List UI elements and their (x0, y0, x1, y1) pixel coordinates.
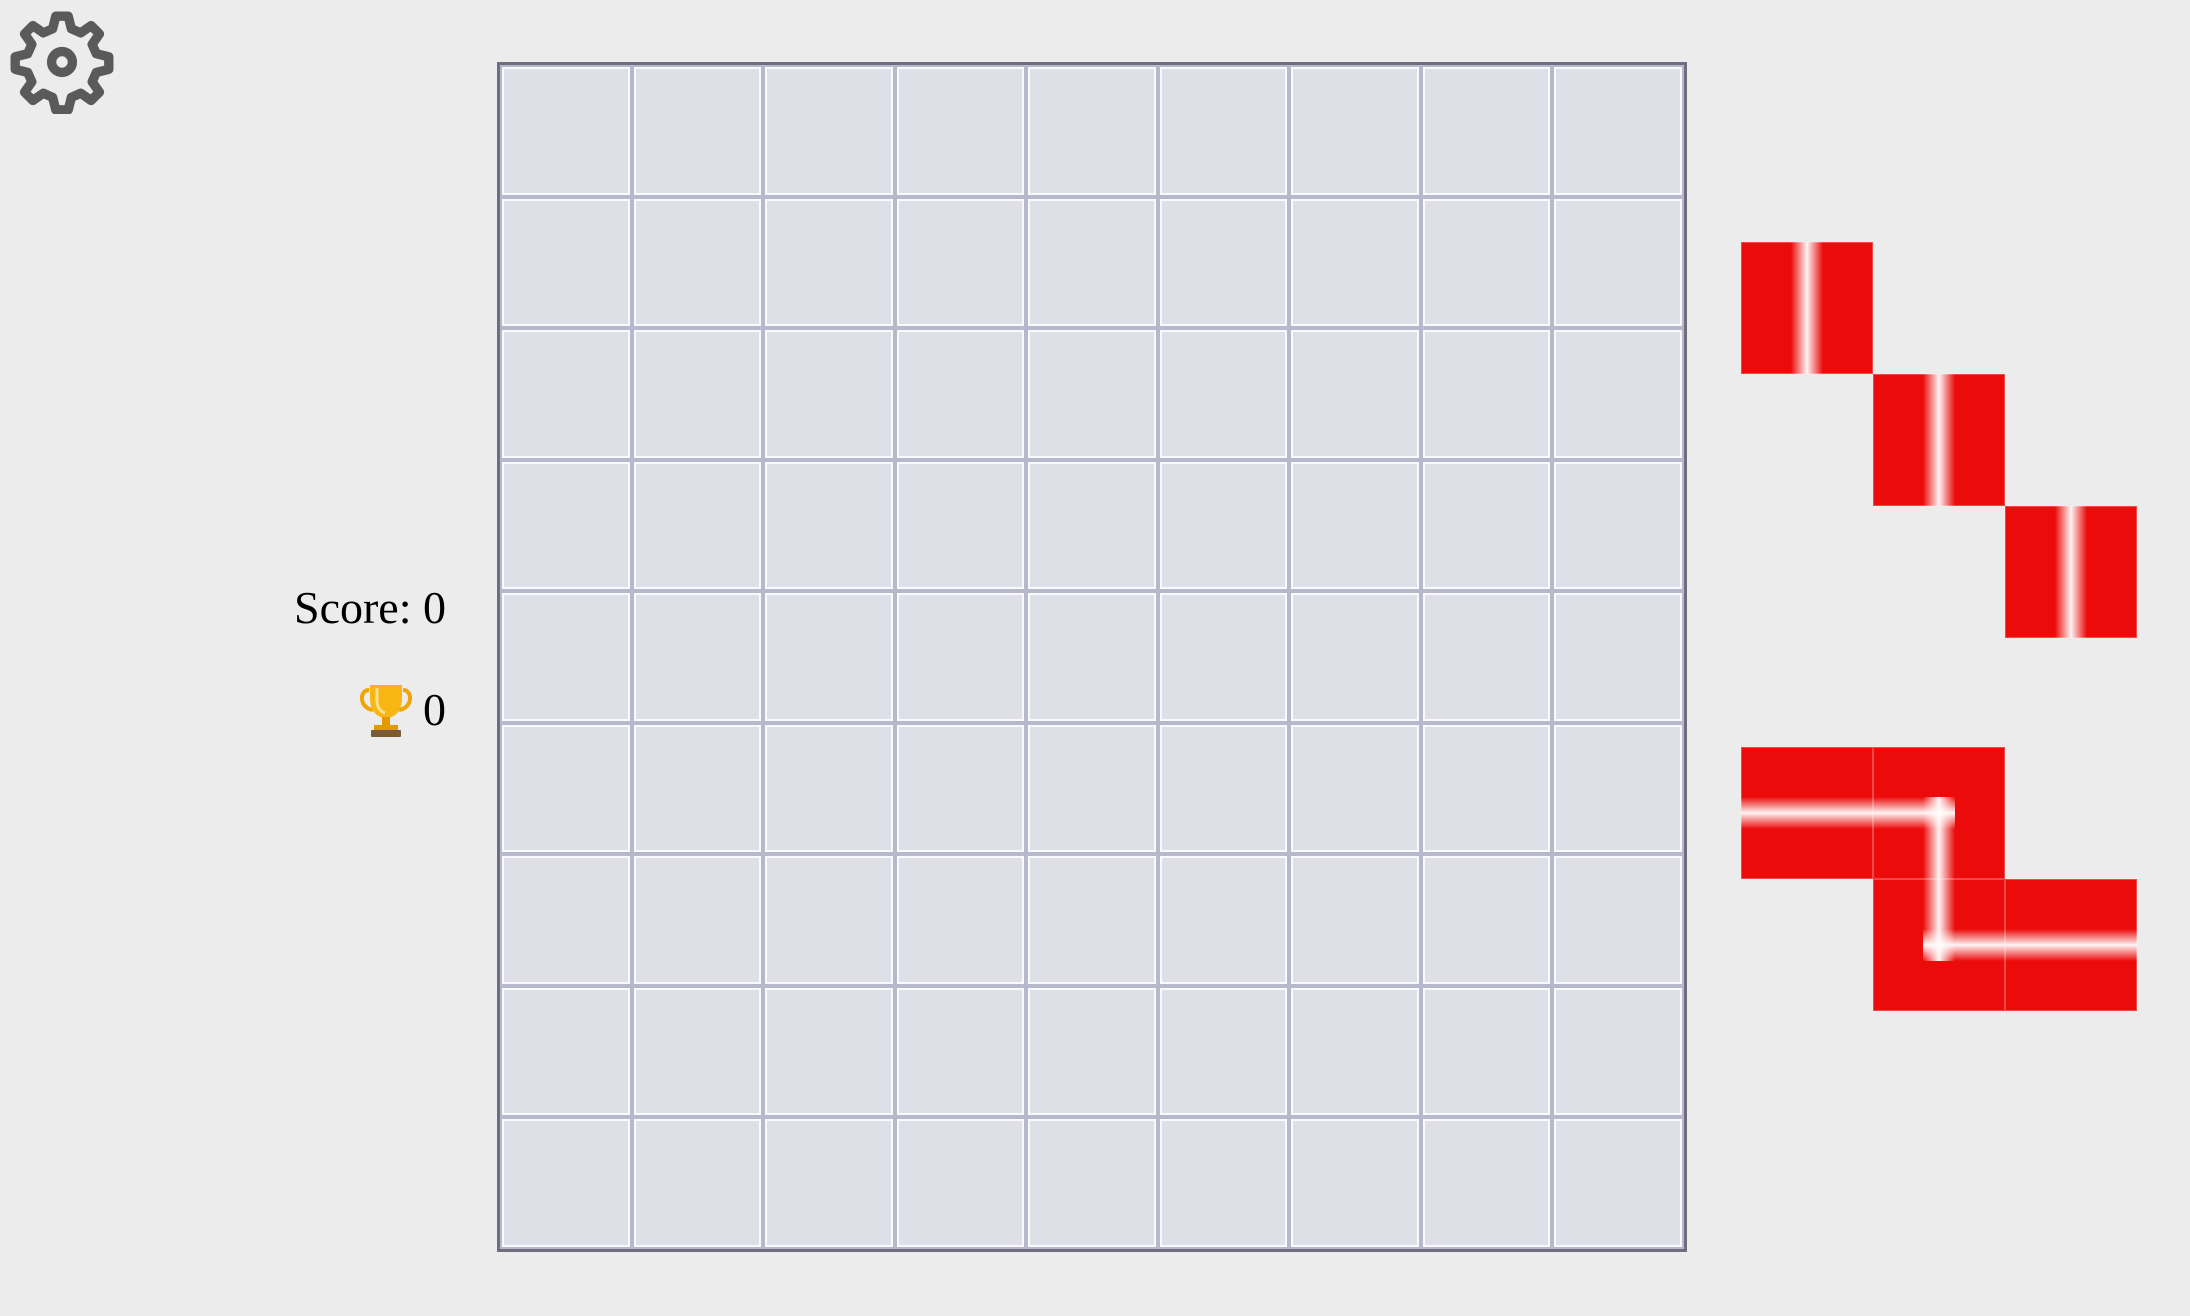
board-cell[interactable] (1028, 67, 1156, 195)
board-cell[interactable] (765, 593, 893, 721)
best-score-value: 0 (423, 684, 446, 735)
board-cell[interactable] (633, 67, 762, 195)
board-cell[interactable] (633, 1119, 762, 1247)
board-cell[interactable] (765, 67, 893, 195)
board-cell[interactable] (1028, 724, 1156, 853)
board-cell[interactable] (896, 461, 1025, 590)
piece-block (1873, 374, 2005, 506)
board-cell[interactable] (1028, 593, 1156, 721)
board-cell[interactable] (1554, 724, 1682, 853)
board-cell[interactable] (1159, 1119, 1288, 1247)
board-cell[interactable] (896, 330, 1025, 458)
board-cell[interactable] (896, 67, 1025, 195)
game-board[interactable] (497, 62, 1687, 1252)
piece-block (1873, 879, 2005, 1011)
board-cell[interactable] (1028, 330, 1156, 458)
board-cell[interactable] (1422, 856, 1551, 984)
board-cell[interactable] (1422, 724, 1551, 853)
board-cell[interactable] (1028, 987, 1156, 1116)
board-cell[interactable] (1422, 461, 1551, 590)
z-piece[interactable] (1741, 747, 2137, 1011)
board-cell[interactable] (502, 1119, 630, 1247)
board-cell[interactable] (1422, 198, 1551, 327)
board-cell[interactable] (1159, 724, 1288, 853)
board-cell[interactable] (1554, 330, 1682, 458)
board-cell[interactable] (1554, 1119, 1682, 1247)
piece-block (1873, 747, 2005, 879)
board-cell[interactable] (633, 724, 762, 853)
board-cell[interactable] (1291, 330, 1419, 458)
board-cell[interactable] (1159, 461, 1288, 590)
board-cell[interactable] (896, 1119, 1025, 1247)
board-cell[interactable] (765, 1119, 893, 1247)
score-panel: Score: 0 0 (294, 578, 446, 740)
piece-block (1741, 242, 1873, 374)
board-cell[interactable] (1028, 1119, 1156, 1247)
board-cell[interactable] (633, 593, 762, 721)
board-cell[interactable] (502, 856, 630, 984)
piece-block (2005, 506, 2137, 638)
board-cell[interactable] (1554, 67, 1682, 195)
board-cell[interactable] (502, 330, 630, 458)
board-cell[interactable] (1422, 330, 1551, 458)
board-cell[interactable] (1028, 856, 1156, 984)
best-score: 0 (294, 680, 446, 740)
board-cell[interactable] (1028, 461, 1156, 590)
gear-icon (10, 11, 114, 114)
board-cell[interactable] (896, 987, 1025, 1116)
board-cell[interactable] (1554, 461, 1682, 590)
board-cell[interactable] (1291, 1119, 1419, 1247)
board-cell[interactable] (502, 593, 630, 721)
board-cell[interactable] (896, 724, 1025, 853)
board-cell[interactable] (1422, 593, 1551, 721)
piece-block (1741, 747, 1873, 879)
board-cell[interactable] (1422, 67, 1551, 195)
trophy-icon (359, 682, 413, 738)
board-cell[interactable] (502, 987, 630, 1116)
board-cell[interactable] (1554, 198, 1682, 327)
board-cell[interactable] (1291, 724, 1419, 853)
board-cell[interactable] (1554, 593, 1682, 721)
board-cell[interactable] (633, 198, 762, 327)
piece-block (2005, 879, 2137, 1011)
board-cell[interactable] (765, 198, 893, 327)
board-cell[interactable] (502, 198, 630, 327)
board-cell[interactable] (1159, 67, 1288, 195)
board-cell[interactable] (1291, 461, 1419, 590)
board-cell[interactable] (1159, 987, 1288, 1116)
board-cell[interactable] (896, 198, 1025, 327)
diagonal-piece[interactable] (1741, 242, 2137, 638)
board-cell[interactable] (1159, 330, 1288, 458)
board-cell[interactable] (502, 724, 630, 853)
board-cell[interactable] (1291, 67, 1419, 195)
board-cell[interactable] (633, 987, 762, 1116)
board-cell[interactable] (633, 461, 762, 590)
board-cell[interactable] (1291, 856, 1419, 984)
board-cell[interactable] (1554, 856, 1682, 984)
board-cell[interactable] (633, 330, 762, 458)
board-cell[interactable] (896, 856, 1025, 984)
board-cell[interactable] (1291, 198, 1419, 327)
board-cell[interactable] (1422, 1119, 1551, 1247)
board-cell[interactable] (502, 67, 630, 195)
board-cell[interactable] (765, 330, 893, 458)
board-cell[interactable] (1291, 987, 1419, 1116)
board-cell[interactable] (765, 987, 893, 1116)
settings-button[interactable] (10, 10, 114, 114)
board-cell[interactable] (765, 856, 893, 984)
board-cell[interactable] (1028, 198, 1156, 327)
board-cell[interactable] (1159, 593, 1288, 721)
board-cell[interactable] (1554, 987, 1682, 1116)
score-label: Score: 0 (293, 582, 446, 633)
board-cell[interactable] (765, 461, 893, 590)
board-cell[interactable] (765, 724, 893, 853)
board-cell[interactable] (1291, 593, 1419, 721)
board-cell[interactable] (896, 593, 1025, 721)
board-cell[interactable] (633, 856, 762, 984)
board-cell[interactable] (502, 461, 630, 590)
board-cell[interactable] (1422, 987, 1551, 1116)
board-cell[interactable] (1159, 198, 1288, 327)
board-cell[interactable] (1159, 856, 1288, 984)
